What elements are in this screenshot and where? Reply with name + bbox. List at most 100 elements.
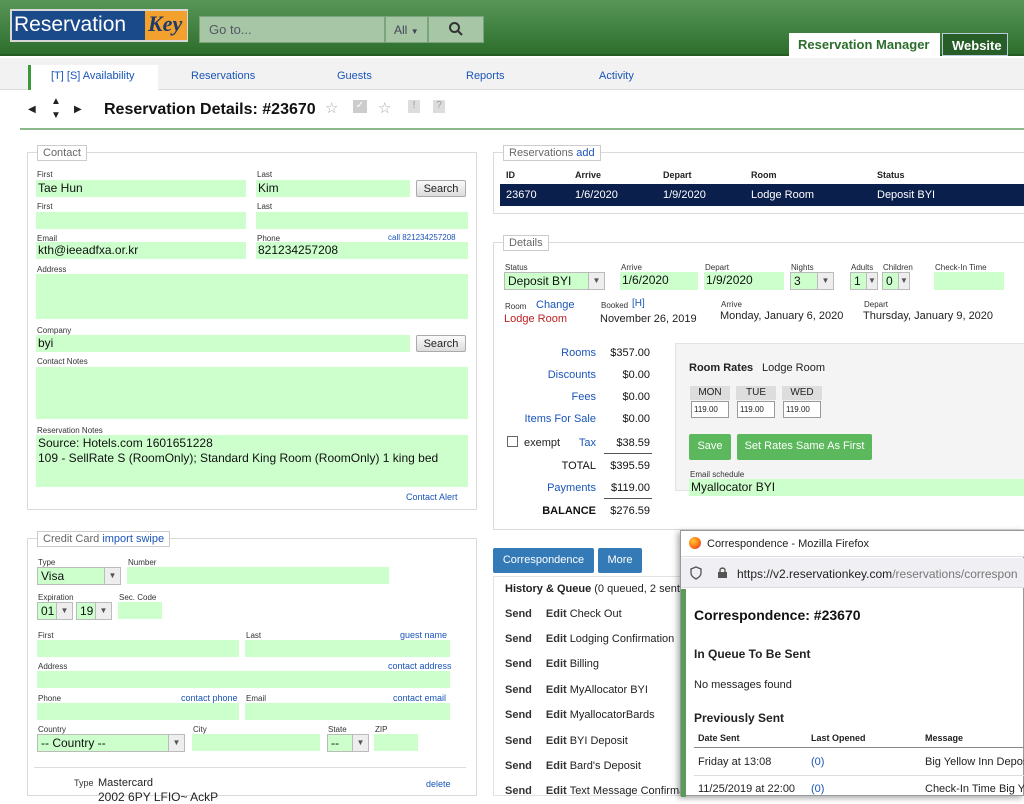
window-titlebar[interactable]: Correspondence - Mozilla Firefox xyxy=(681,531,1024,557)
send-link[interactable]: Send xyxy=(505,709,532,721)
adults-select[interactable]: 1 ▼ xyxy=(850,272,878,290)
sec-code-field[interactable] xyxy=(118,602,162,619)
depart-field[interactable]: 1/9/2020 xyxy=(704,272,784,290)
sent-row-2-message[interactable]: Check-In Time Big Y xyxy=(925,783,1024,795)
shield-icon[interactable] xyxy=(690,566,702,580)
send-link[interactable]: Send xyxy=(505,760,532,772)
phone-field[interactable]: 821234257208 xyxy=(256,242,468,259)
edit-link[interactable]: Edit xyxy=(546,608,567,620)
edit-link[interactable]: Edit xyxy=(546,735,567,747)
children-select[interactable]: 0 ▼ xyxy=(882,272,910,290)
call-link[interactable]: call 821234257208 xyxy=(388,233,456,242)
last-name-2-field[interactable] xyxy=(256,212,468,229)
nav-activity[interactable]: Activity xyxy=(599,70,634,82)
zip-field[interactable] xyxy=(374,734,418,751)
send-link[interactable]: Send xyxy=(505,633,532,645)
up-arrow-icon[interactable]: ▲ xyxy=(51,96,61,107)
nav-reservations[interactable]: Reservations xyxy=(191,70,255,82)
company-field[interactable]: byi xyxy=(36,335,410,352)
edit-link[interactable]: Edit xyxy=(546,760,567,772)
change-room-link[interactable]: Change xyxy=(536,299,575,311)
card-number-field[interactable] xyxy=(127,567,389,584)
contact-search-button[interactable]: Search xyxy=(416,180,466,197)
rate-input-mon[interactable]: 119.00 xyxy=(691,401,729,418)
edit-link[interactable]: Edit xyxy=(546,684,567,696)
cc-email-field[interactable] xyxy=(245,703,450,720)
discounts-link[interactable]: Discounts xyxy=(514,369,596,381)
edit-link[interactable]: Edit xyxy=(546,633,567,645)
star-outline-icon[interactable]: ☆ xyxy=(378,99,391,117)
nav-availability[interactable]: [T] [S] Availability xyxy=(28,65,158,90)
checkbox-icon[interactable]: ✓ xyxy=(353,100,367,113)
arrive-field[interactable]: 1/6/2020 xyxy=(620,272,698,290)
next-arrow-icon[interactable]: ▶ xyxy=(74,104,82,115)
more-button[interactable]: More xyxy=(598,548,642,573)
email-schedule-field[interactable]: Myallocator BYI xyxy=(689,479,1024,496)
add-reservation-link[interactable]: add xyxy=(576,147,594,159)
state-select[interactable]: -- ▼ xyxy=(327,734,369,752)
edit-link[interactable]: Edit xyxy=(546,658,567,670)
nights-select[interactable]: 3 ▼ xyxy=(790,272,834,290)
url-bar[interactable]: https://v2.reservationkey.com/reservatio… xyxy=(681,558,1024,588)
send-link[interactable]: Send xyxy=(505,684,532,696)
import-link[interactable]: import xyxy=(102,533,133,545)
send-link[interactable]: Send xyxy=(505,735,532,747)
company-search-button[interactable]: Search xyxy=(416,335,466,352)
contact-phone-link[interactable]: contact phone xyxy=(181,693,238,703)
tab-website[interactable]: Website xyxy=(942,33,1008,56)
exp-year-select[interactable]: 19 ▼ xyxy=(76,602,112,620)
send-link[interactable]: Send xyxy=(505,658,532,670)
sent-row-1-opened[interactable]: (0) xyxy=(811,756,824,768)
rate-input-tue[interactable]: 119.00 xyxy=(737,401,775,418)
nav-guests[interactable]: Guests xyxy=(337,70,372,82)
status-select[interactable]: Deposit BYI ▼ xyxy=(504,272,605,290)
edit-link[interactable]: Edit xyxy=(546,785,567,797)
city-field[interactable] xyxy=(192,734,320,751)
tab-reservation-manager[interactable]: Reservation Manager xyxy=(789,33,940,59)
cc-phone-field[interactable] xyxy=(37,703,239,720)
country-select[interactable]: -- Country -- ▼ xyxy=(37,734,185,752)
goto-input[interactable]: Go to... xyxy=(199,16,385,43)
down-arrow-icon[interactable]: ▼ xyxy=(51,110,61,121)
search-button[interactable] xyxy=(428,16,484,43)
delete-card-link[interactable]: delete xyxy=(426,779,451,789)
cc-first-field[interactable] xyxy=(37,640,239,657)
card-type-select[interactable]: Visa ▼ xyxy=(37,567,121,585)
nav-reports[interactable]: Reports xyxy=(466,70,505,82)
rooms-link[interactable]: Rooms xyxy=(514,347,596,359)
contact-notes-field[interactable] xyxy=(36,367,468,419)
swipe-link[interactable]: swipe xyxy=(136,533,164,545)
cc-address-field[interactable] xyxy=(37,671,450,688)
exempt-checkbox[interactable] xyxy=(507,436,518,447)
last-name-field[interactable]: Kim xyxy=(256,180,410,197)
send-link[interactable]: Send xyxy=(505,785,532,797)
guest-name-link[interactable]: guest name xyxy=(400,630,447,640)
alert-icon[interactable]: ! xyxy=(408,100,420,113)
rate-input-wed[interactable]: 119.00 xyxy=(783,401,821,418)
search-scope-dropdown[interactable]: All ▼ xyxy=(385,16,428,43)
contact-email-link[interactable]: contact email xyxy=(393,693,446,703)
exp-month-select[interactable]: 01 ▼ xyxy=(37,602,73,620)
prev-arrow-icon[interactable]: ◀ xyxy=(28,104,36,115)
first-name-field[interactable]: Tae Hun xyxy=(36,180,246,197)
cc-last-field[interactable] xyxy=(245,640,450,657)
booked-history-link[interactable]: [H] xyxy=(632,298,645,309)
payments-link[interactable]: Payments xyxy=(514,482,596,494)
contact-alert-link[interactable]: Contact Alert xyxy=(406,492,458,502)
items-link[interactable]: Items For Sale xyxy=(504,413,596,425)
same-rates-button[interactable]: Set Rates Same As First xyxy=(737,434,872,460)
sent-row-1-message[interactable]: Big Yellow Inn Depos xyxy=(925,756,1024,768)
logo[interactable]: Reservation Key xyxy=(10,9,188,42)
contact-address-link[interactable]: contact address xyxy=(388,661,452,671)
lock-icon[interactable] xyxy=(717,566,728,579)
first-name-2-field[interactable] xyxy=(36,212,246,229)
address-field[interactable] xyxy=(36,274,468,319)
checkin-field[interactable] xyxy=(934,272,1004,290)
save-rates-button[interactable]: Save xyxy=(689,434,731,460)
fees-link[interactable]: Fees xyxy=(514,391,596,403)
room-value[interactable]: Lodge Room xyxy=(504,313,567,325)
correspondence-button[interactable]: Correspondence xyxy=(493,548,594,573)
email-field[interactable]: kth@ieeadfxa.or.kr xyxy=(36,242,246,259)
help-icon[interactable]: ? xyxy=(433,100,445,113)
edit-link[interactable]: Edit xyxy=(546,709,567,721)
